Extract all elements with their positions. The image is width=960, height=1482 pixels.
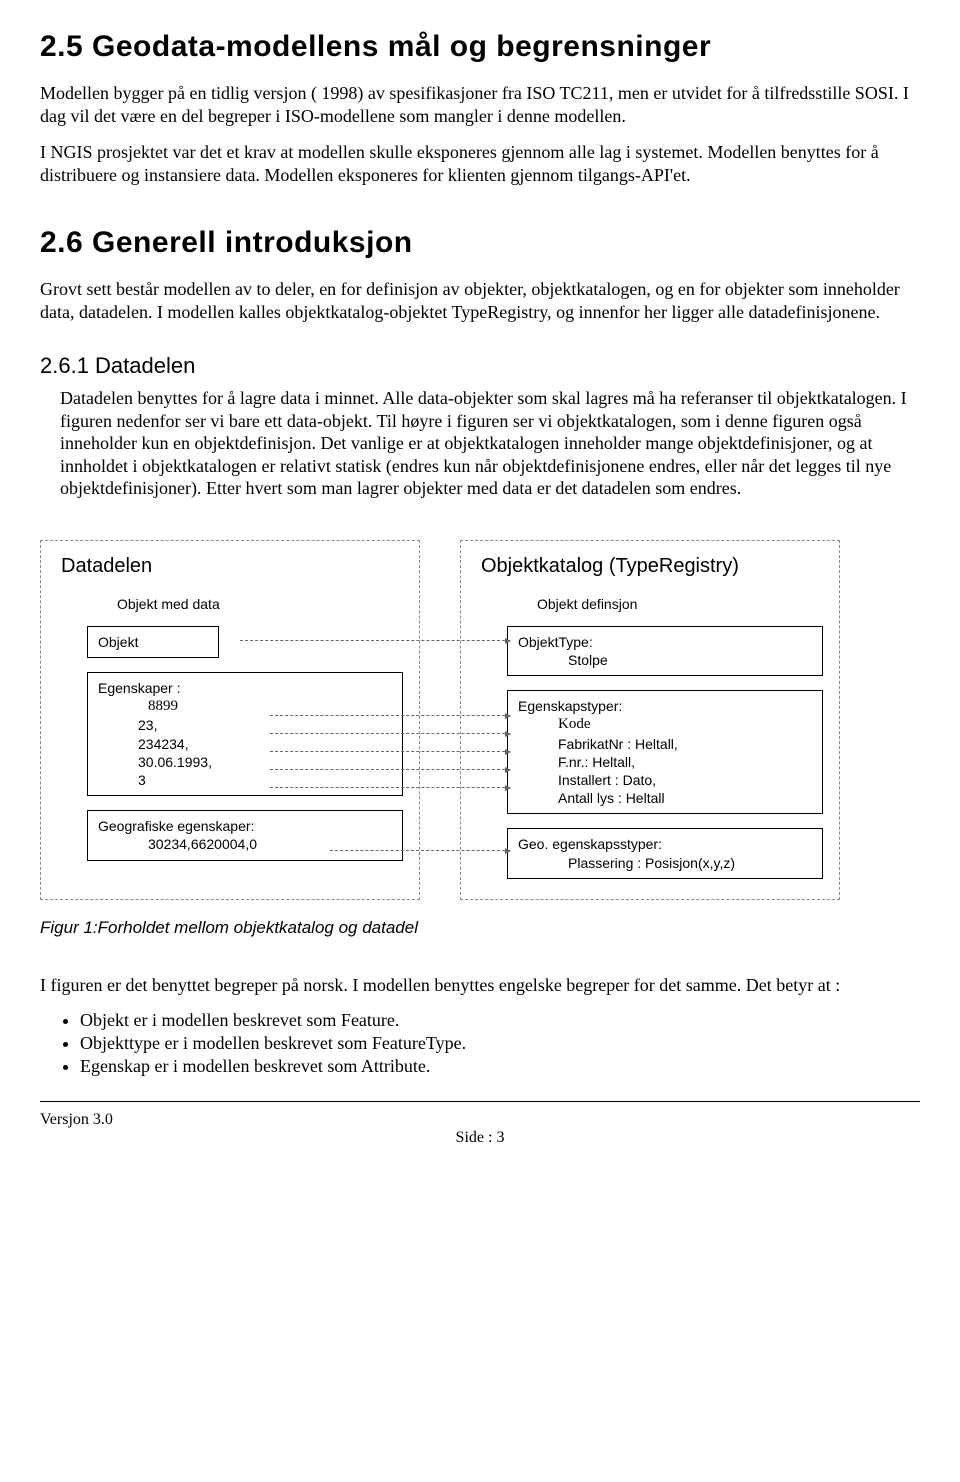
box-geotyper-label: Geo. egenskapsstyper: (518, 835, 812, 853)
heading-2-5: 2.5 Geodata-modellens mål og begrensning… (40, 30, 920, 64)
connector-arrow (270, 733, 510, 734)
para-2-6-1-body: Datadelen benyttes for å lagre data i mi… (60, 387, 920, 500)
box-objekt-label: Objekt (98, 634, 138, 650)
egensktype-val-3: Installert : Dato, (558, 771, 812, 789)
heading-2-6-1: 2.6.1 Datadelen (40, 353, 920, 379)
egensktype-val-4: Antall lys : Heltall (558, 789, 812, 807)
connector-arrow (240, 640, 510, 641)
egensktype-val-0: Kode (558, 715, 812, 735)
closing-para: I figuren er det benyttet begreper på no… (40, 974, 920, 997)
egensktype-val-1: FabrikatNr : Heltall, (558, 735, 812, 753)
box-geotyper: Geo. egenskapsstyper: Plassering : Posis… (507, 828, 823, 878)
heading-2-6: 2.6 Generell introduksjon (40, 226, 920, 260)
closing-bullets: Objekt er i modellen beskrevet som Featu… (60, 1010, 920, 1077)
box-egenskaper-label: Egenskaper : (98, 679, 392, 697)
connector-arrow (270, 769, 510, 770)
box-egenskapstyper: Egenskapstyper: Kode FabrikatNr : Heltal… (507, 690, 823, 814)
panel-datadelen: Datadelen Objekt med data Objekt Egenska… (40, 540, 420, 900)
box-objekttype-value: Stolpe (568, 651, 812, 669)
panel-title-left: Datadelen (61, 555, 403, 578)
group-header-right: Objekt definsjon (537, 596, 823, 612)
footer-separator (40, 1101, 920, 1102)
figure-1-caption: Figur 1:Forholdet mellom objektkatalog o… (40, 918, 920, 938)
panel-title-right: Objektkatalog (TypeRegistry) (481, 555, 823, 578)
footer-version: Versjon 3.0 (40, 1111, 920, 1129)
connector-arrow (330, 850, 510, 851)
connector-arrow (270, 751, 510, 752)
para-2-6-intro: Grovt sett består modellen av to deler, … (40, 278, 920, 323)
para-2-5-1: Modellen bygger på en tidlig versjon ( 1… (40, 82, 920, 127)
diagram-figure-1: Datadelen Objekt med data Objekt Egenska… (40, 540, 920, 900)
para-2-5-2: I NGIS prosjektet var det et krav at mod… (40, 141, 920, 186)
box-egenskaper: Egenskaper : 8899 23, 234234, 30.06.1993… (87, 672, 403, 796)
box-objekttype: ObjektType: Stolpe (507, 626, 823, 676)
box-geografiske: Geografiske egenskaper: 30234,6620004,0 (87, 810, 403, 860)
box-egenskapstyper-label: Egenskapstyper: (518, 697, 812, 715)
box-geografiske-value: 30234,6620004,0 (148, 835, 392, 853)
box-geotyper-value: Plassering : Posisjon(x,y,z) (568, 854, 812, 872)
panel-objektkatalog: Objektkatalog (TypeRegistry) Objekt defi… (460, 540, 840, 900)
connector-arrow (270, 715, 510, 716)
group-header-left: Objekt med data (117, 596, 403, 612)
box-geografiske-label: Geografiske egenskaper: (98, 817, 392, 835)
bullet-item: Egenskap er i modellen beskrevet som Att… (80, 1056, 920, 1077)
egensktype-val-2: F.nr.: Heltall, (558, 753, 812, 771)
box-objekt: Objekt (87, 626, 219, 658)
bullet-item: Objekt er i modellen beskrevet som Featu… (80, 1010, 920, 1031)
bullet-item: Objekttype er i modellen beskrevet som F… (80, 1033, 920, 1054)
footer-page-number: Side : 3 (40, 1129, 920, 1147)
connector-arrow (270, 787, 510, 788)
box-objekttype-label: ObjektType: (518, 633, 812, 651)
egenskap-val-0: 8899 (148, 697, 392, 717)
